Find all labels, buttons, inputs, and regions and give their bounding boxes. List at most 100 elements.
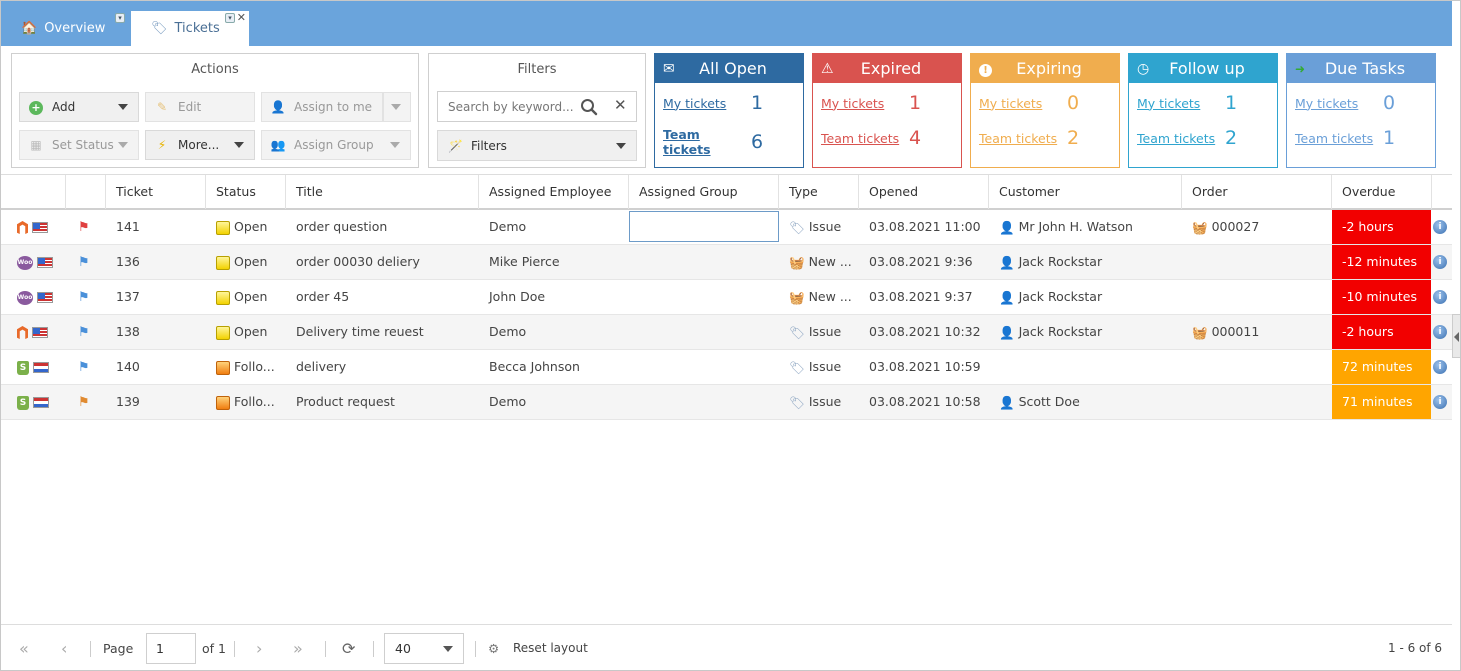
opened-cell: 03.08.2021 9:36 xyxy=(869,254,973,269)
tile-team-tickets: Team tickets 4 xyxy=(821,127,953,149)
tile-title: Expired xyxy=(860,59,922,78)
my-tickets-link[interactable]: My tickets xyxy=(1137,96,1225,111)
table-row[interactable]: ⚑ 141 Open order question Demo 🏷 Issue 03.08.20… xyxy=(1,210,1452,245)
tile-title: All Open xyxy=(699,59,767,78)
table-row[interactable]: S ⚑ 140 Follo... delivery Becca Johnson 🏷 Issue… xyxy=(1,350,1452,385)
status-tile-expired: ⚠ Expired My tickets 1 Team tickets 4 xyxy=(812,53,962,168)
page-number-input[interactable] xyxy=(146,633,196,664)
page-size-select[interactable]: 40 xyxy=(384,633,464,664)
info-icon[interactable]: i xyxy=(1433,325,1447,339)
column-header-type[interactable]: Type xyxy=(779,175,859,209)
flag-us-icon xyxy=(32,222,48,233)
search-input[interactable] xyxy=(438,92,576,121)
order-label[interactable]: 000011 xyxy=(1212,324,1260,339)
my-tickets-link[interactable]: My tickets xyxy=(663,96,751,111)
status-label: Follo... xyxy=(234,394,275,409)
overdue-cell: 71 minutes xyxy=(1332,385,1431,419)
reset-layout-button[interactable]: Reset layout xyxy=(513,625,588,670)
tile-header[interactable]: ✉ All Open xyxy=(655,54,803,83)
last-page-icon[interactable]: » xyxy=(293,625,303,670)
woocommerce-icon: Woo xyxy=(17,290,33,305)
tile-header[interactable]: ➜ Due Tasks xyxy=(1287,54,1435,83)
clock-icon: ◷ xyxy=(1137,60,1150,77)
column-header-status[interactable]: Status xyxy=(206,175,286,209)
title-cell: Delivery time reuest xyxy=(296,324,424,339)
edit-button[interactable]: ✎ Edit xyxy=(145,92,255,122)
info-icon[interactable]: i xyxy=(1433,255,1447,269)
tile-team-tickets: Team tickets 6 xyxy=(663,127,795,157)
tile-header[interactable]: ◷ Follow up xyxy=(1129,54,1277,83)
overdue-cell: -12 minutes xyxy=(1332,245,1431,279)
my-tickets-link[interactable]: My tickets xyxy=(1295,96,1383,111)
tile-header[interactable]: ! Expiring xyxy=(971,54,1119,83)
table-row[interactable]: S ⚑ 139 Follo... Product request Demo 🏷 Issue 03… xyxy=(1,385,1452,420)
order-cell xyxy=(1182,350,1332,384)
tile-header[interactable]: ⚠ Expired xyxy=(813,54,961,83)
info-icon[interactable]: i xyxy=(1433,360,1447,374)
column-header-assigned-group[interactable]: Assigned Group xyxy=(629,175,779,209)
status-cell: Open xyxy=(206,245,286,279)
chevron-down-icon xyxy=(234,142,244,148)
tab-overview[interactable]: 🏠 Overview ▾ xyxy=(1,11,129,46)
shop-cell xyxy=(1,210,66,244)
assign-to-me-dropdown[interactable] xyxy=(383,92,411,122)
my-tickets-link[interactable]: My tickets xyxy=(979,96,1067,111)
column-header-assigned-employee[interactable]: Assigned Employee xyxy=(479,175,629,209)
more-button[interactable]: ⚡ More... xyxy=(145,130,255,160)
title-cell: order 45 xyxy=(296,289,350,304)
tab-bar: 🏠 Overview ▾ 🏷 Tickets ▾ ✕ xyxy=(1,1,1452,46)
close-icon[interactable]: ✕ xyxy=(237,11,246,24)
table-row[interactable]: ⚑ 138 Open Delivery time reuest Demo 🏷 Issue 03… xyxy=(1,315,1452,350)
column-header-priority[interactable] xyxy=(66,175,106,209)
order-label[interactable]: 000027 xyxy=(1212,219,1260,234)
column-header-customer[interactable]: Customer xyxy=(989,175,1182,209)
team-tickets-link[interactable]: Team tickets xyxy=(1295,131,1383,146)
my-tickets-link[interactable]: My tickets xyxy=(821,96,909,111)
tab-tickets[interactable]: 🏷 Tickets ▾ ✕ xyxy=(131,11,249,46)
column-header-title[interactable]: Title xyxy=(286,175,479,209)
side-panel-handle[interactable] xyxy=(1452,314,1460,358)
column-header-opened[interactable]: Opened xyxy=(859,175,989,209)
filters-dropdown[interactable]: 🪄 Filters xyxy=(437,130,637,161)
next-page-icon[interactable]: › xyxy=(256,625,262,670)
tile-team-tickets: Team tickets 1 xyxy=(1295,127,1427,149)
table-row[interactable]: Woo ⚑ 137 Open order 45 John Doe 🧺 New ... 03.08… xyxy=(1,280,1452,315)
page-size-value: 40 xyxy=(395,641,411,656)
search-icon[interactable] xyxy=(580,98,598,116)
add-button[interactable]: + Add xyxy=(19,92,139,122)
column-header-shop[interactable] xyxy=(1,175,66,209)
my-tickets-count: 1 xyxy=(751,92,764,114)
lightning-icon: ⚡ xyxy=(157,138,167,152)
pager-separator xyxy=(234,641,235,657)
tab-menu-icon[interactable]: ▾ xyxy=(115,13,125,23)
ticket-cell: 141 xyxy=(116,219,140,234)
refresh-icon[interactable]: ⟳ xyxy=(342,625,355,670)
info-icon[interactable]: i xyxy=(1433,220,1447,234)
tab-overview-label: Overview xyxy=(44,21,106,36)
column-header-overdue[interactable]: Overdue xyxy=(1332,175,1432,209)
clear-icon[interactable]: ✕ xyxy=(614,96,627,114)
assign-group-button[interactable]: 👥 Assign Group xyxy=(261,130,411,160)
team-tickets-link[interactable]: Team tickets xyxy=(663,127,751,157)
team-tickets-link[interactable]: Team tickets xyxy=(979,131,1067,146)
priority-cell: ⚑ xyxy=(66,210,106,244)
first-page-icon[interactable]: « xyxy=(19,625,29,670)
team-tickets-link[interactable]: Team tickets xyxy=(1137,131,1225,146)
team-tickets-count: 4 xyxy=(909,127,922,149)
table-row[interactable]: Woo ⚑ 136 Open order 00030 deliery Mike Pierc… xyxy=(1,245,1452,280)
column-header-order[interactable]: Order xyxy=(1182,175,1332,209)
group-cell xyxy=(629,245,779,279)
prev-page-icon[interactable]: ‹ xyxy=(61,625,67,670)
assign-to-me-button[interactable]: 👤 Assign to me xyxy=(261,92,383,122)
page-label: Page xyxy=(103,641,134,656)
set-status-button[interactable]: ▦ Set Status xyxy=(19,130,139,160)
info-icon[interactable]: i xyxy=(1433,395,1447,409)
team-tickets-link[interactable]: Team tickets xyxy=(821,131,909,146)
tab-menu-icon[interactable]: ▾ xyxy=(225,13,235,23)
employee-cell: Demo xyxy=(489,219,527,234)
info-icon[interactable]: i xyxy=(1433,290,1447,304)
assigned-group-editor[interactable] xyxy=(629,211,779,242)
column-header-ticket[interactable]: Ticket xyxy=(106,175,206,209)
warning-icon: ⚠ xyxy=(821,60,834,77)
pager-separator xyxy=(373,641,374,657)
